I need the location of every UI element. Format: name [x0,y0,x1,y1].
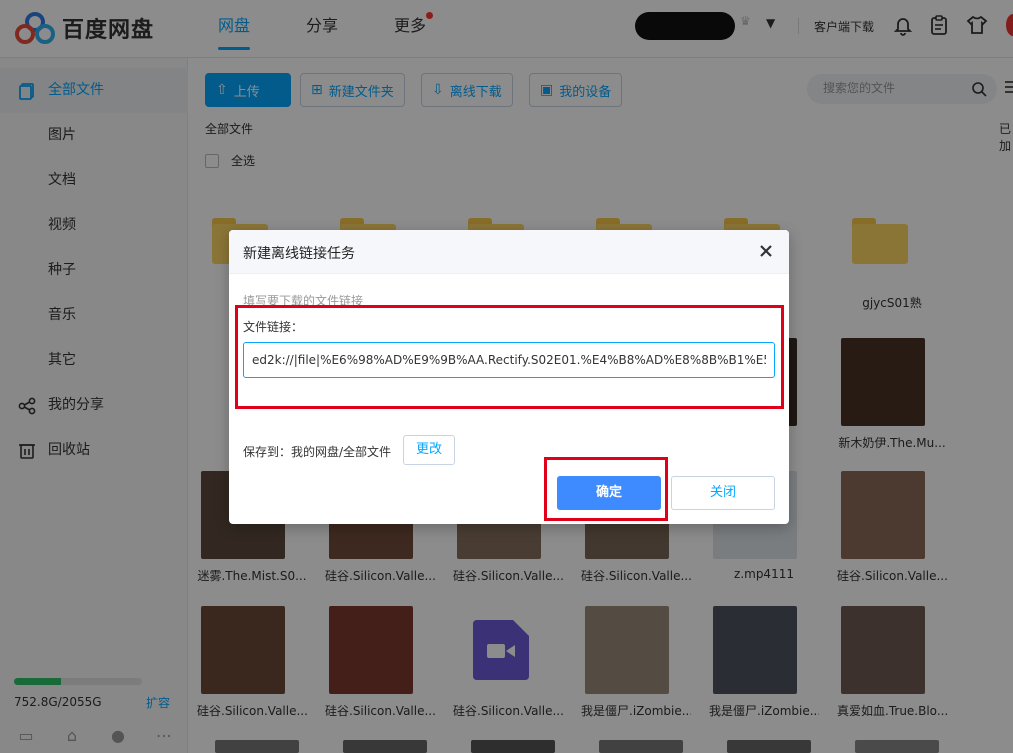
confirm-button[interactable]: 确定 [557,476,661,510]
close-button[interactable]: 关闭 [671,476,775,510]
offline-link-dialog: 新建离线链接任务 填写要下载的文件链接 文件链接： 保存到：我的网盘/全部文件 … [229,230,789,524]
save-location-text: 保存到：我的网盘/全部文件 [243,445,392,459]
change-location-button[interactable]: 更改 [403,435,455,465]
dialog-hint: 填写要下载的文件链接 [243,294,364,308]
file-link-label: 文件链接： [243,320,304,334]
close-icon[interactable] [757,242,775,260]
file-link-input[interactable] [243,342,775,378]
dialog-title: 新建离线链接任务 [243,246,355,262]
dialog-header: 新建离线链接任务 [229,230,789,274]
